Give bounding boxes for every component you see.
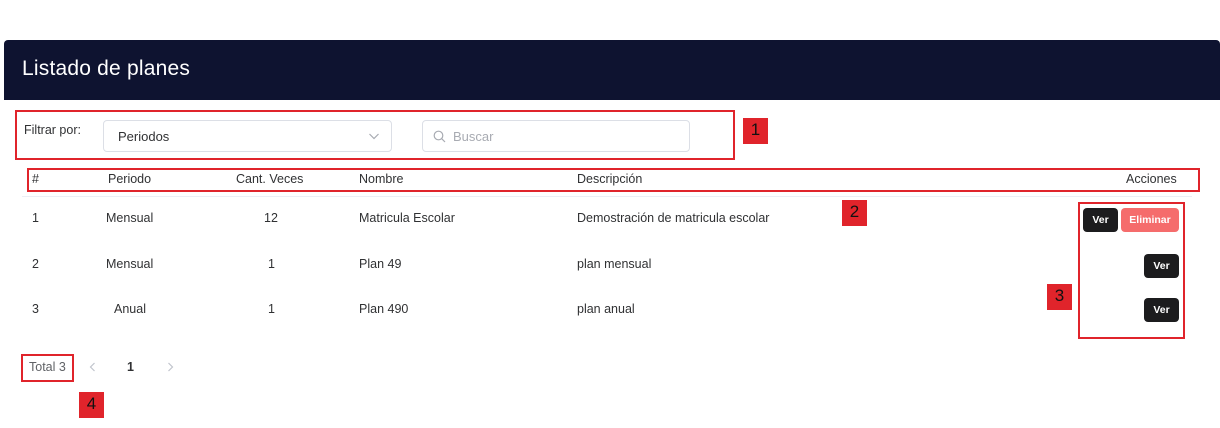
annotation-label-1: 1 — [743, 118, 768, 144]
annotation-box-3 — [1078, 202, 1185, 339]
annotation-label-3: 3 — [1047, 284, 1072, 310]
page-title: Listado de planes — [22, 57, 191, 80]
row-index: 2 — [32, 257, 39, 271]
row-cant-veces: 1 — [268, 257, 275, 271]
pagination-page[interactable]: 1 — [127, 360, 134, 374]
row-descripcion: Demostración de matricula escolar — [577, 211, 770, 225]
row-descripcion: plan mensual — [577, 257, 652, 271]
annotation-label-4: 4 — [79, 392, 104, 418]
row-index: 3 — [32, 302, 39, 316]
chevron-left-icon[interactable] — [87, 361, 99, 373]
row-periodo: Anual — [114, 302, 146, 316]
row-index: 1 — [32, 211, 39, 225]
annotation-box-1 — [15, 110, 735, 160]
card-header: Listado de planes — [4, 40, 1220, 100]
row-cant-veces: 1 — [268, 302, 275, 316]
annotation-box-4 — [21, 354, 74, 382]
row-nombre: Plan 49 — [359, 257, 402, 271]
row-nombre: Matricula Escolar — [359, 211, 455, 225]
row-periodo: Mensual — [106, 257, 154, 271]
annotation-label-2: 2 — [842, 200, 867, 226]
row-periodo: Mensual — [106, 211, 154, 225]
table-header-divider — [22, 196, 1192, 197]
chevron-right-icon[interactable] — [164, 361, 176, 373]
annotation-box-2 — [27, 168, 1200, 192]
row-cant-veces: 12 — [264, 211, 278, 225]
row-descripcion: plan anual — [577, 302, 635, 316]
row-nombre: Plan 490 — [359, 302, 409, 316]
